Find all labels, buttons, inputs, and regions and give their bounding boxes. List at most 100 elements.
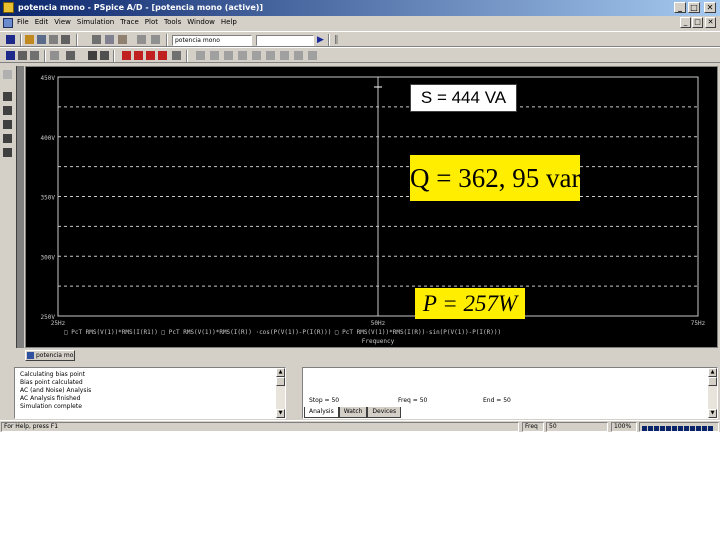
add-trace-icon[interactable]: [88, 51, 97, 60]
cursor-trough-side-icon[interactable]: [3, 106, 12, 115]
progress-segment: [642, 426, 647, 431]
zoom-area-icon[interactable]: [146, 51, 155, 60]
zoom-fit-icon[interactable]: [158, 51, 167, 60]
undo-icon[interactable]: [137, 35, 146, 44]
mdi-border: [16, 66, 24, 348]
paste-icon[interactable]: [118, 35, 127, 44]
markers-icon[interactable]: [18, 51, 27, 60]
progress-segment: [690, 426, 695, 431]
standard-toolbar: potencia mono ▶ ‖: [0, 31, 720, 47]
menu-edit[interactable]: Edit: [35, 18, 49, 26]
pspice-app-icon: [3, 2, 14, 13]
cursor-next-icon[interactable]: [294, 51, 303, 60]
simulation-profile-combo[interactable]: potencia mono: [172, 35, 252, 46]
toolbar-separator: [44, 50, 46, 62]
cursor-trough-icon[interactable]: [210, 51, 219, 60]
cursor-search-icon[interactable]: [280, 51, 289, 60]
menu-tools[interactable]: Tools: [164, 18, 181, 26]
menu-simulation[interactable]: Simulation: [77, 18, 114, 26]
sim-stop-field: Stop = 50: [309, 397, 340, 404]
tab-devices[interactable]: Devices: [367, 407, 402, 418]
cursor-max-icon[interactable]: [252, 51, 261, 60]
minimize-button[interactable]: _: [674, 2, 686, 13]
performance-icon[interactable]: [66, 51, 75, 60]
maximize-button[interactable]: □: [688, 2, 700, 13]
toggle-cursor-icon[interactable]: [3, 70, 12, 79]
progress-segment: [648, 426, 653, 431]
cursor-min-side-icon[interactable]: [3, 134, 12, 143]
progress-segment: [654, 426, 659, 431]
cursor-max-side-icon[interactable]: [3, 148, 12, 157]
title-bar: potencia mono - PSpice A/D - [potencia m…: [0, 0, 720, 16]
sim-scrollbar[interactable]: ▲ ▼: [708, 368, 717, 418]
scroll-thumb[interactable]: [708, 377, 717, 386]
tab-watch[interactable]: Watch: [338, 407, 368, 418]
output-line: Bias point calculated: [20, 379, 83, 386]
redo-icon[interactable]: [151, 35, 160, 44]
copy-icon[interactable]: [105, 35, 114, 44]
save-icon[interactable]: [37, 35, 46, 44]
cursor-min-icon[interactable]: [238, 51, 247, 60]
active-power-label: P = 257W: [415, 288, 525, 319]
toolbar-separator: [166, 34, 168, 46]
open-icon[interactable]: [25, 35, 34, 44]
cursor-peak-icon[interactable]: [196, 51, 205, 60]
trace-icon[interactable]: [30, 51, 39, 60]
toolbar-separator: [328, 34, 330, 46]
scroll-thumb[interactable]: [276, 377, 285, 386]
output-scrollbar[interactable]: ▲ ▼: [276, 368, 285, 418]
progress-segment: [672, 426, 677, 431]
run-icon[interactable]: ▶: [317, 35, 324, 45]
output-line: AC Analysis finished: [20, 395, 81, 402]
mdi-close-button[interactable]: ✕: [705, 17, 716, 28]
progress-segment: [708, 426, 713, 431]
scroll-up-button[interactable]: ▲: [708, 368, 717, 377]
progress-bar: [639, 422, 719, 432]
zoom-out-icon[interactable]: [134, 51, 143, 60]
progress-segment: [684, 426, 689, 431]
menu-file[interactable]: File: [17, 18, 29, 26]
cursor-slope-icon[interactable]: [224, 51, 233, 60]
sim-end-field: End = 50: [483, 397, 511, 404]
zoom-in-icon[interactable]: [122, 51, 131, 60]
plot-window[interactable]: 450V 400V 350V 300V 250V 25Hz 50Hz 75Hz □ PcT RM…: [25, 66, 718, 348]
output-window[interactable]: Calculating bias point Bias point calcul…: [14, 367, 286, 419]
simulation-combo[interactable]: [256, 35, 314, 46]
cursor-point-icon[interactable]: [266, 51, 275, 60]
pause-icon[interactable]: ‖: [334, 35, 339, 45]
cursor-peak-side-icon[interactable]: [3, 92, 12, 101]
cut-icon[interactable]: [92, 35, 101, 44]
menu-plot[interactable]: Plot: [145, 18, 158, 26]
mark-label-icon[interactable]: [308, 51, 317, 60]
scroll-down-button[interactable]: ▼: [276, 409, 285, 418]
fft-icon[interactable]: [50, 51, 59, 60]
print-icon[interactable]: [61, 35, 70, 44]
close-button[interactable]: ✕: [704, 2, 716, 13]
progress-segment: [696, 426, 701, 431]
menu-window[interactable]: Window: [187, 18, 215, 26]
document-icon[interactable]: [3, 18, 13, 28]
mdi-minimize-button[interactable]: _: [680, 17, 691, 28]
menu-view[interactable]: View: [54, 18, 71, 26]
toolbar-separator: [76, 34, 78, 46]
mdi-restore-button[interactable]: □: [692, 17, 703, 28]
minimized-doc-tab[interactable]: potencia mo...: [25, 350, 75, 361]
cursor-slope-side-icon[interactable]: [3, 120, 12, 129]
status-freq-value: 50: [546, 422, 608, 432]
output-line: Simulation complete: [20, 403, 82, 410]
menu-trace[interactable]: Trace: [120, 18, 139, 26]
x-tick-label: 50Hz: [371, 320, 386, 327]
status-percent: 100%: [611, 422, 637, 432]
probe-plot[interactable]: 450V400V350V300V250V25Hz 50Hz 75Hz□ PcT RM…: [26, 67, 719, 349]
scroll-up-button[interactable]: ▲: [276, 368, 285, 377]
document-icon: [27, 352, 34, 359]
menu-help[interactable]: Help: [221, 18, 237, 26]
tab-analysis[interactable]: Analysis: [304, 407, 339, 418]
new-simulation-icon[interactable]: [6, 35, 15, 44]
eval-goal-icon[interactable]: [100, 51, 109, 60]
window-title: potencia mono - PSpice A/D - [potencia m…: [18, 3, 264, 12]
print-preview-icon[interactable]: [49, 35, 58, 44]
scroll-down-button[interactable]: ▼: [708, 409, 717, 418]
log-x-icon[interactable]: [172, 51, 181, 60]
probe-icon[interactable]: [6, 51, 15, 60]
